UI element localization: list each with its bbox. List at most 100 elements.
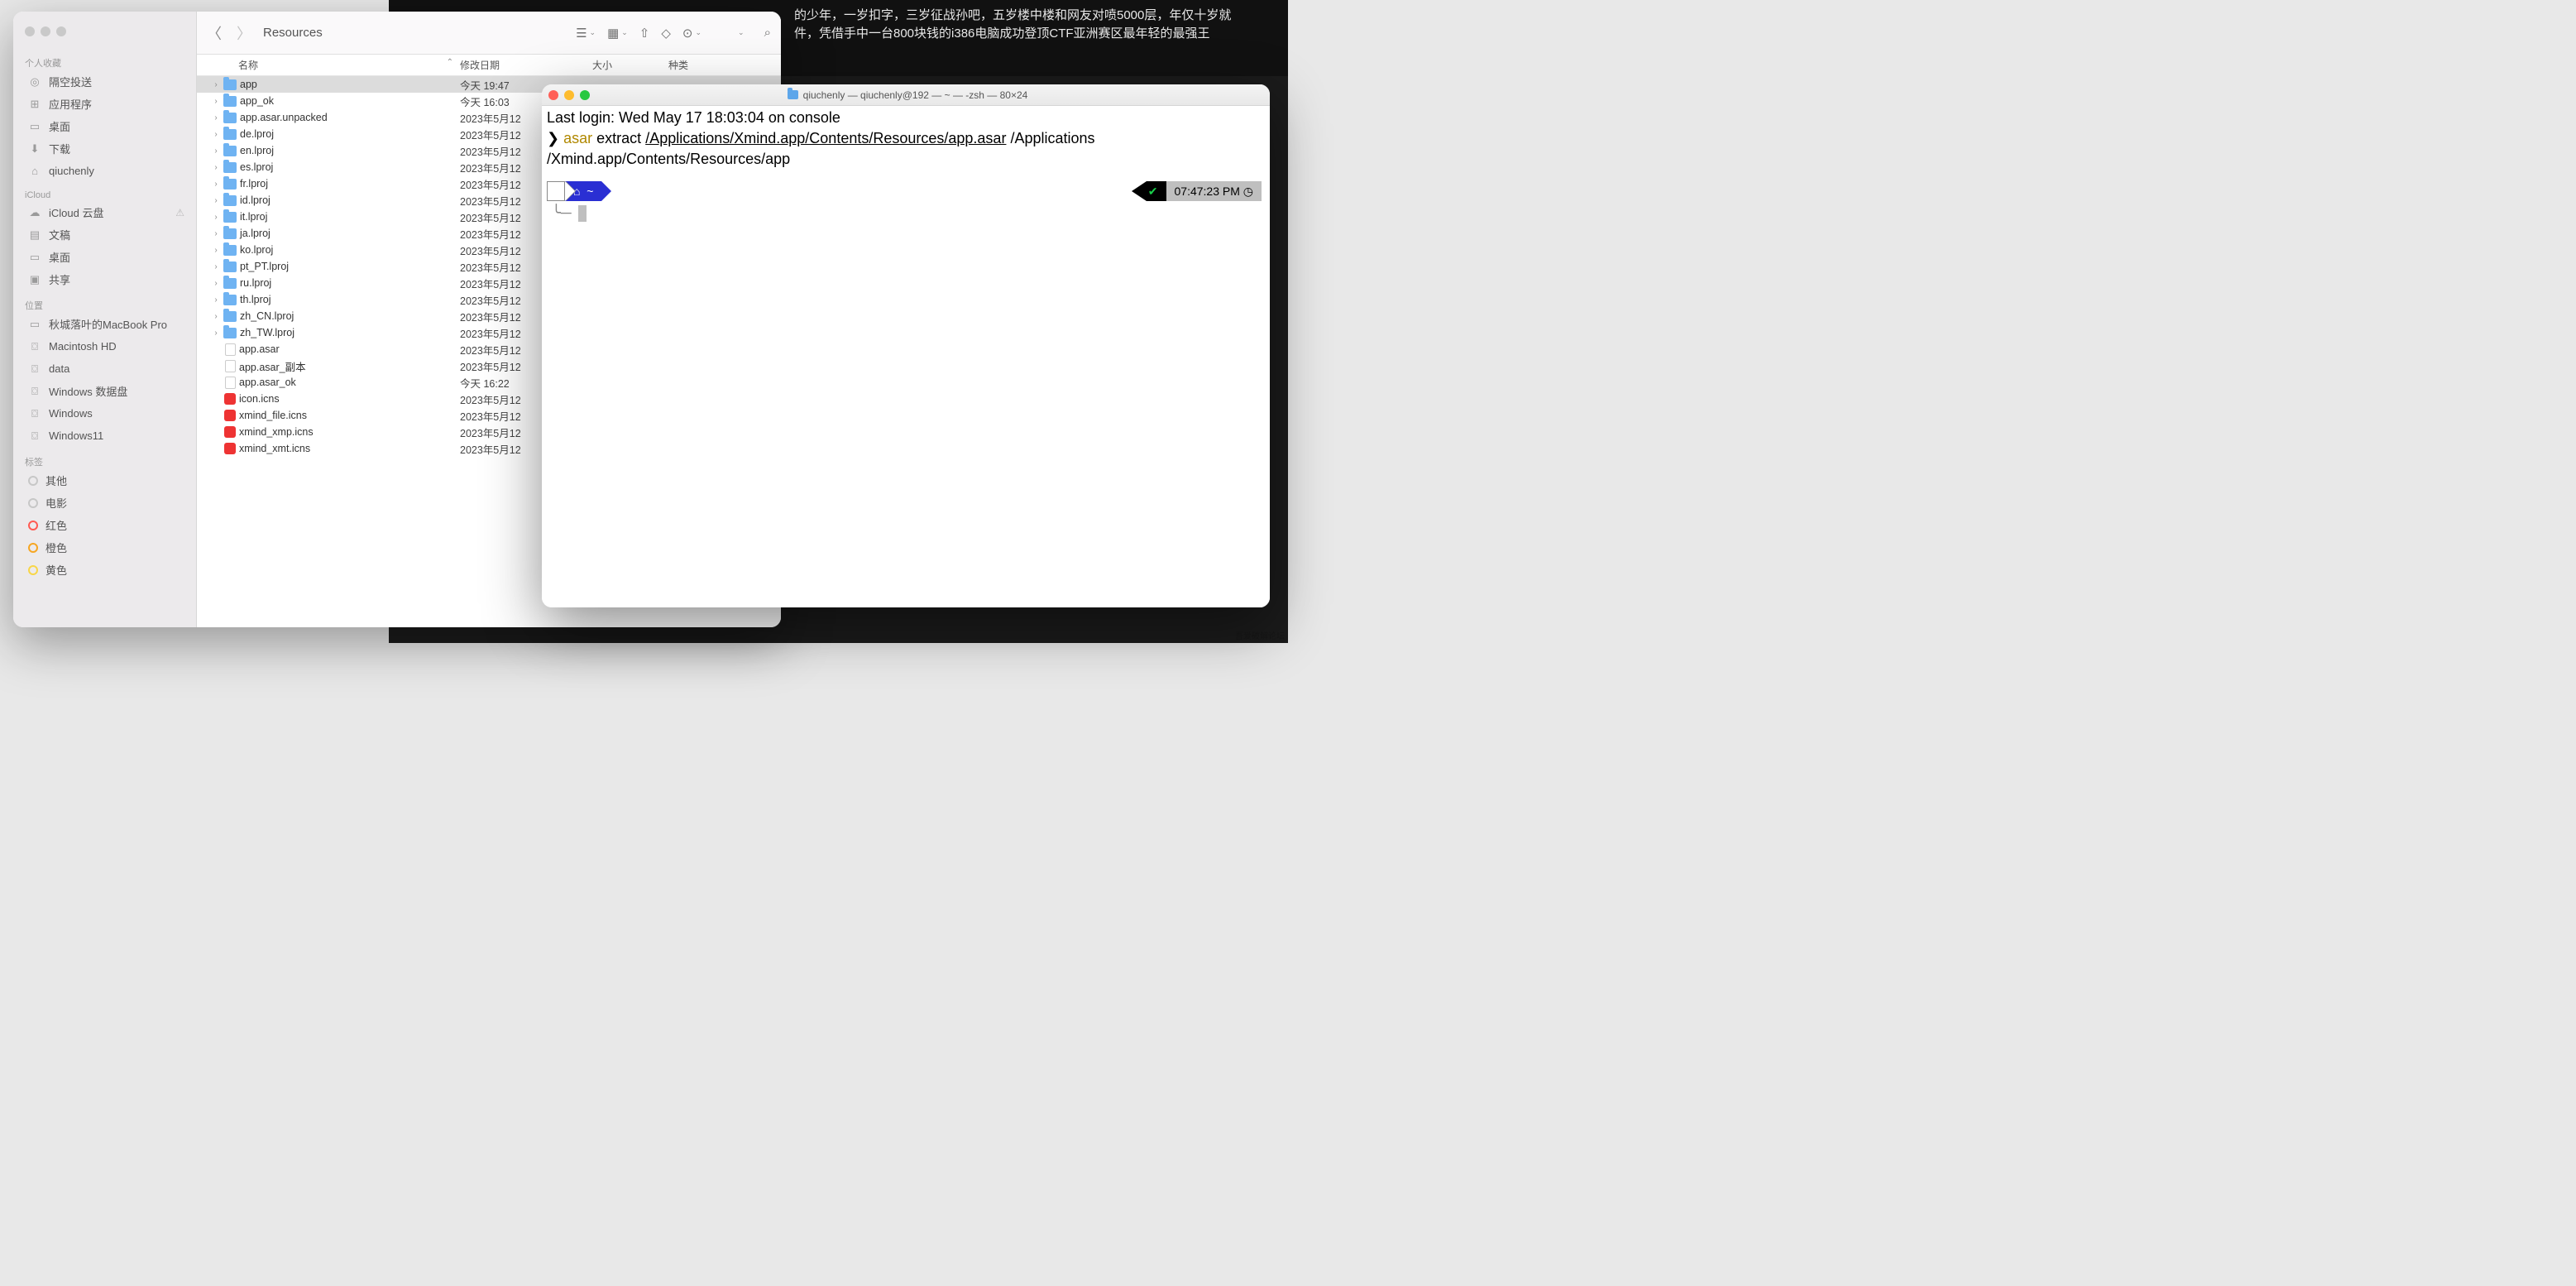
file-name: pt_PT.lproj xyxy=(240,261,289,272)
col-size[interactable]: 大小 xyxy=(592,58,668,72)
close-button[interactable] xyxy=(548,90,558,100)
sidebar-item-location[interactable]: ⌼ data xyxy=(13,357,196,380)
sidebar-item-location[interactable]: ⌼Windows xyxy=(13,402,196,425)
sidebar-header-favorites: 个人收藏 xyxy=(13,53,196,70)
zoom-button[interactable] xyxy=(56,26,66,36)
sidebar-item-location[interactable]: ⌼Windows11 xyxy=(13,425,196,447)
tag-icon[interactable]: ◇ xyxy=(661,26,671,41)
icns-icon xyxy=(224,426,236,438)
disclosure-icon[interactable]: › xyxy=(212,80,220,89)
file-name: fr.lproj xyxy=(240,178,268,190)
disclosure-icon[interactable]: › xyxy=(212,163,220,172)
disclosure-icon[interactable]: › xyxy=(212,229,220,238)
sidebar-item-location[interactable]: ▭秋城落叶的MacBook Pro xyxy=(13,313,196,335)
file-name: xmind_file.icns xyxy=(239,410,307,421)
file-name: es.lproj xyxy=(240,161,273,173)
overflow-icon[interactable]: ⌄ xyxy=(738,28,745,37)
disclosure-icon[interactable]: › xyxy=(212,130,220,139)
file-name: de.lproj xyxy=(240,128,274,140)
folder-icon xyxy=(223,212,237,223)
disclosure-icon[interactable]: › xyxy=(212,262,220,271)
disk-icon: ⌼ xyxy=(28,362,41,376)
cursor xyxy=(578,205,587,222)
file-name: icon.icns xyxy=(239,393,280,405)
sidebar-item-favorite[interactable]: ⬇下载 xyxy=(13,137,196,160)
sidebar-item-tag[interactable]: 黄色 xyxy=(13,559,196,581)
disclosure-icon[interactable]: › xyxy=(212,196,220,205)
sidebar-item-label: 桌面 xyxy=(49,118,70,134)
cmd-keyword: asar xyxy=(563,130,592,146)
desktop-icon: ▭ xyxy=(28,120,41,133)
folder-icon xyxy=(223,228,237,239)
file-name: xmind_xmp.icns xyxy=(239,426,314,438)
folder-icon xyxy=(223,311,237,322)
sidebar-item-favorite[interactable]: ◎隔空投送 xyxy=(13,70,196,93)
nav-forward-icon[interactable]: 〉 xyxy=(237,22,251,44)
disk-icon: ⌼ xyxy=(28,429,41,443)
sidebar-item-label: 电影 xyxy=(45,495,67,511)
minimize-button[interactable] xyxy=(564,90,574,100)
sidebar-item-favorite[interactable]: ⌂ qiuchenly xyxy=(13,160,196,182)
sidebar-header-tags: 标签 xyxy=(13,452,196,469)
disclosure-icon[interactable]: › xyxy=(212,312,220,321)
sidebar-item-tag[interactable]: 其他 xyxy=(13,469,196,492)
file-icon xyxy=(225,377,236,389)
disclosure-icon[interactable]: › xyxy=(212,279,220,288)
nav-back-icon[interactable]: 〈 xyxy=(207,22,222,44)
disclosure-icon[interactable]: › xyxy=(212,146,220,156)
group-icon[interactable]: ▦ ⌄ xyxy=(607,26,628,41)
sidebar-item-location[interactable]: ⌼Windows 数据盘 xyxy=(13,380,196,402)
col-date[interactable]: 修改日期 xyxy=(460,58,592,72)
doc-icon: ▤ xyxy=(28,228,41,242)
sidebar-item-tag[interactable]: 红色 xyxy=(13,514,196,536)
sidebar-item-label: data xyxy=(49,362,69,375)
icns-icon xyxy=(224,443,236,454)
sidebar-item-icloud[interactable]: ▤ 文稿 xyxy=(13,223,196,246)
sidebar-item-label: 文稿 xyxy=(49,227,70,242)
file-icon xyxy=(225,343,236,356)
file-name: app xyxy=(240,79,257,90)
sidebar-header-locations: 位置 xyxy=(13,295,196,313)
file-name: en.lproj xyxy=(240,145,274,156)
sidebar-item-favorite[interactable]: ▭ 桌面 xyxy=(13,115,196,137)
home-icon: ⌂ xyxy=(28,165,41,177)
close-button[interactable] xyxy=(25,26,35,36)
col-name[interactable]: 名称⌃ xyxy=(197,58,460,72)
sidebar-item-tag[interactable]: 橙色 xyxy=(13,536,196,559)
disclosure-icon[interactable]: › xyxy=(212,246,220,255)
folder-icon xyxy=(223,162,237,173)
disclosure-icon[interactable]: › xyxy=(212,213,220,222)
disclosure-icon[interactable]: › xyxy=(212,329,220,338)
finder-sidebar: 个人收藏 ◎隔空投送⊞应用程序▭桌面⬇下载⌂qiuchenly iCloud ☁… xyxy=(13,12,197,627)
sidebar-item-tag[interactable]: 电影 xyxy=(13,492,196,514)
sidebar-item-icloud[interactable]: ☁iCloud 云盘⚠︎ xyxy=(13,201,196,223)
view-list-icon[interactable]: ☰ ⌄ xyxy=(576,26,596,41)
sidebar-item-label: qiuchenly xyxy=(49,165,94,177)
action-icon[interactable]: ⊙ ⌄ xyxy=(682,26,701,41)
search-icon[interactable]: ⌕ xyxy=(764,26,771,40)
sidebar-item-icloud[interactable]: ▭桌面 xyxy=(13,246,196,268)
tag-color-icon xyxy=(28,543,38,553)
sidebar-item-location[interactable]: ⌼Macintosh HD xyxy=(13,335,196,357)
folder-icon xyxy=(223,245,237,256)
sidebar-item-icloud[interactable]: ▣共享 xyxy=(13,268,196,290)
folder-icon xyxy=(223,179,237,190)
col-kind[interactable]: 种类 xyxy=(668,58,781,72)
share-icon[interactable]: ⇧ xyxy=(639,26,650,41)
seg-end xyxy=(601,181,611,201)
tag-color-icon xyxy=(28,498,38,508)
file-icon xyxy=(225,360,236,372)
disclosure-icon[interactable]: › xyxy=(212,295,220,305)
terminal-title: qiuchenly — qiuchenly@192 — ~ — -zsh — 8… xyxy=(803,89,1028,101)
cloud-icon: ☁ xyxy=(28,206,41,219)
disclosure-icon[interactable]: › xyxy=(212,97,220,106)
file-name: app.asar_ok xyxy=(239,377,296,388)
disclosure-icon[interactable]: › xyxy=(212,113,220,122)
folder-icon xyxy=(223,278,237,289)
airdrop-icon: ◎ xyxy=(28,75,41,89)
disclosure-icon[interactable]: › xyxy=(212,180,220,189)
sidebar-item-favorite[interactable]: ⊞应用程序 xyxy=(13,93,196,115)
terminal-body[interactable]: Last login: Wed May 17 18:03:04 on conso… xyxy=(542,106,1270,607)
zoom-button[interactable] xyxy=(580,90,590,100)
minimize-button[interactable] xyxy=(41,26,50,36)
